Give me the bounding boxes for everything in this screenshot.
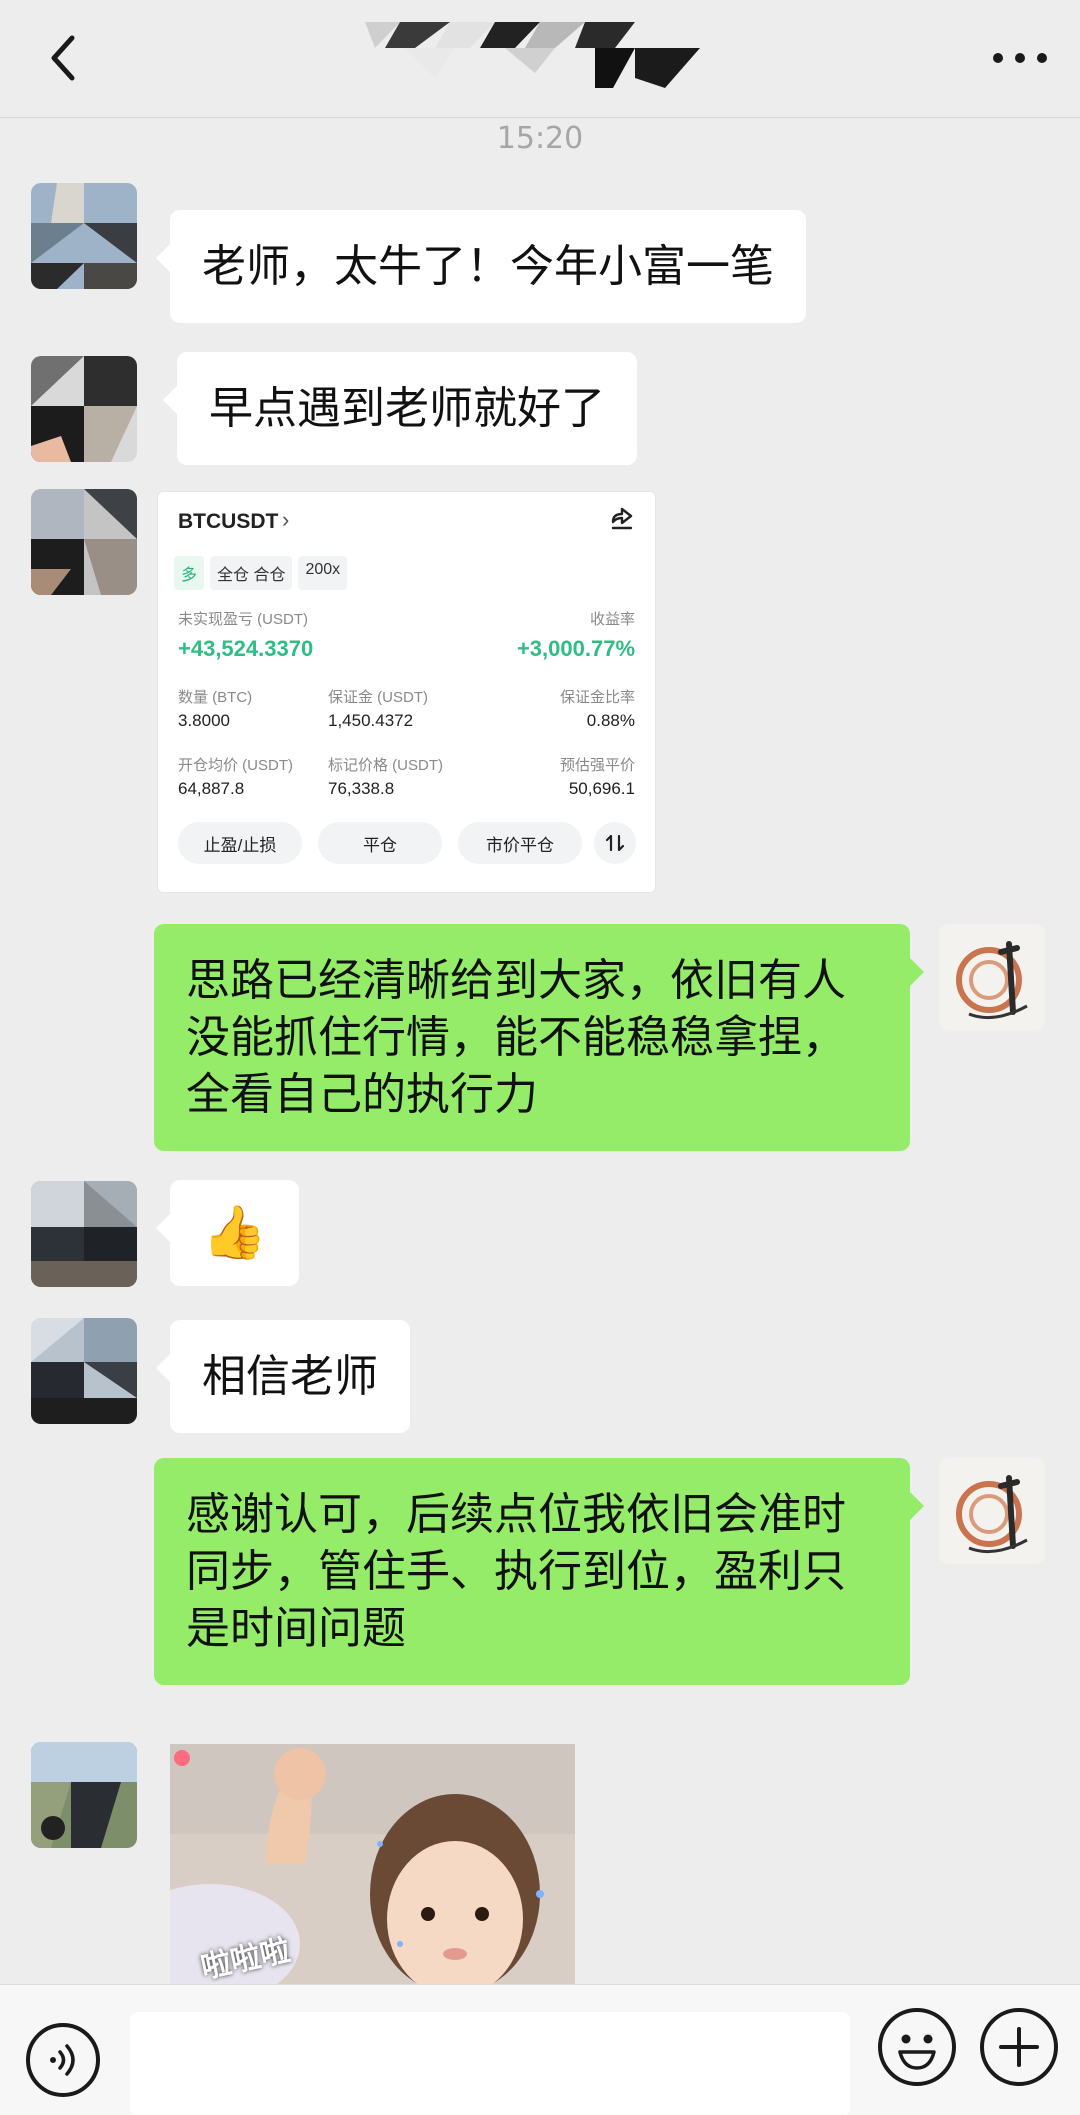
mark-price-label: 标记价格 (USDT)	[328, 757, 443, 774]
swap-button[interactable]	[594, 822, 636, 864]
trade-tags: 多 全仓 合仓 200x	[174, 556, 348, 590]
message-bubble-self[interactable]: 思路已经清晰给到大家，依旧有人没能抓住行情，能不能稳稳拿捏，全看自己的执行力	[154, 924, 924, 1151]
voice-button[interactable]	[26, 2023, 100, 2097]
unrealized-pnl-label: 未实现盈亏 (USDT)	[178, 611, 308, 628]
message-bubble[interactable]: 早点遇到老师就好了	[163, 352, 637, 465]
sender-avatar[interactable]	[31, 1742, 137, 1848]
leverage-tag: 200x	[298, 556, 348, 590]
chat-header	[0, 0, 1080, 118]
message-input[interactable]	[130, 2012, 850, 2115]
more-button[interactable]	[980, 18, 1060, 98]
liquidation-price-label: 预估强平价	[559, 757, 635, 774]
quantity-value: 3.8000	[178, 711, 230, 730]
margin-ratio-label: 保证金比率	[559, 689, 635, 706]
share-icon[interactable]	[609, 506, 635, 537]
chevron-right-icon: ›	[282, 507, 290, 532]
unrealized-pnl-value: +43,524.3370	[178, 636, 314, 661]
emoji-icon	[898, 2034, 936, 2070]
message-text: 思路已经清晰给到大家，依旧有人没能抓住行情，能不能稳稳拿捏，全看自己的执行力	[186, 955, 846, 1120]
voice-icon	[50, 2044, 75, 2076]
margin-label: 保证金 (USDT)	[328, 689, 428, 706]
plus-icon	[999, 2027, 1039, 2067]
sender-avatar[interactable]	[31, 1318, 137, 1424]
entry-price-label: 开仓均价 (USDT)	[178, 757, 293, 774]
back-button[interactable]	[24, 18, 104, 98]
market-close-button[interactable]: 市价平仓	[458, 822, 582, 864]
swap-icon	[605, 834, 625, 852]
sender-avatar[interactable]	[31, 356, 137, 462]
liquidation-price-value: 50,696.1	[568, 779, 635, 798]
sender-avatar[interactable]	[31, 1181, 137, 1287]
message-input-bar	[0, 1984, 1080, 2115]
message-text: 老师，太牛了！今年小富一笔	[202, 241, 774, 292]
close-position-button[interactable]: 平仓	[318, 822, 442, 864]
emoji-button[interactable]	[878, 2008, 956, 2086]
image-message[interactable]: 啦啦啦	[170, 1744, 575, 1984]
chevron-left-icon	[51, 35, 75, 81]
message-bubble[interactable]: 👍	[156, 1180, 299, 1286]
self-avatar[interactable]	[939, 1458, 1045, 1564]
trade-symbol: BTCUSDT	[178, 510, 279, 533]
margin-mode-tag: 全仓 合仓	[210, 556, 293, 590]
sender-avatar[interactable]	[31, 489, 137, 595]
chat-title-redacted	[355, 18, 705, 98]
roi-label: 收益率	[589, 611, 635, 628]
trade-position-card[interactable]: BTCUSDT › 多 全仓 合仓 200x 未实现盈亏 (USDT) 收益率 …	[157, 491, 656, 893]
tp-sl-button[interactable]: 止盈/止损	[178, 822, 302, 864]
message-bubble[interactable]: 老师，太牛了！今年小富一笔	[156, 210, 806, 323]
quantity-label: 数量 (BTC)	[178, 689, 253, 706]
message-text: 感谢认可，后续点位我依旧会准时同步，管住手、执行到位，盈利只是时间问题	[186, 1489, 846, 1654]
entry-price-value: 64,887.8	[178, 779, 245, 798]
message-bubble-self[interactable]: 感谢认可，后续点位我依旧会准时同步，管住手、执行到位，盈利只是时间问题	[154, 1458, 924, 1685]
more-dots-icon	[993, 53, 1047, 63]
chat-screen: 15:20 老师，太牛了！今年小富一笔 早点遇到老师就好了 BTCUSDT › …	[0, 0, 1080, 2115]
sender-avatar[interactable]	[31, 183, 137, 289]
message-bubble[interactable]: 相信老师	[156, 1320, 410, 1433]
thumbs-up-emoji: 👍	[202, 1203, 267, 1263]
self-avatar[interactable]	[939, 924, 1045, 1030]
roi-value: +3,000.77%	[516, 636, 635, 661]
plus-button[interactable]	[980, 2008, 1058, 2086]
message-timestamp: 15:20	[496, 121, 584, 156]
margin-ratio-value: 0.88%	[586, 711, 635, 730]
message-text: 相信老师	[202, 1351, 378, 1402]
margin-value: 1,450.4372	[328, 711, 414, 730]
mark-price-value: 76,338.8	[328, 779, 395, 798]
long-tag: 多	[174, 556, 205, 590]
message-text: 早点遇到老师就好了	[209, 383, 605, 434]
